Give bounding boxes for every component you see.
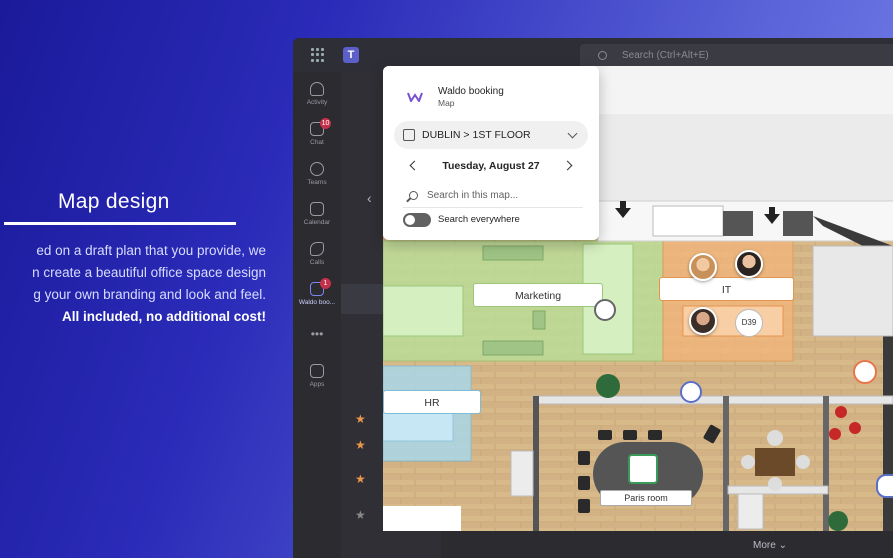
bell-icon bbox=[310, 82, 324, 96]
room-label-paris[interactable]: Paris room bbox=[600, 490, 692, 506]
chat-row[interactable]: ★ bbox=[355, 412, 366, 426]
location-select[interactable]: DUBLIN > 1ST FLOOR bbox=[394, 121, 588, 149]
promo-description: ed on a draft plan that you provide, we … bbox=[0, 240, 266, 328]
app-launcher-icon[interactable] bbox=[311, 48, 325, 62]
rail-item-apps[interactable]: Apps bbox=[293, 364, 341, 388]
search-icon bbox=[598, 51, 607, 60]
promo-line-bold: All included, no additional cost! bbox=[61, 309, 266, 324]
building-icon bbox=[403, 129, 415, 141]
map-search-card: Waldo booking Map DUBLIN > 1ST FLOOR Tue… bbox=[383, 66, 599, 240]
avatar[interactable] bbox=[689, 253, 717, 281]
star-icon: ★ bbox=[355, 412, 366, 426]
rail-label: Activity bbox=[306, 99, 328, 106]
rail-label: Chat bbox=[310, 139, 324, 146]
app-name: Waldo booking bbox=[438, 86, 504, 97]
zone-label-it[interactable]: IT bbox=[659, 277, 794, 301]
app-subtitle: Map bbox=[438, 98, 455, 108]
promo-title: Map design bbox=[58, 190, 170, 213]
rail-item-teams[interactable]: Teams bbox=[293, 162, 341, 186]
rail-item-activity[interactable]: Activity bbox=[293, 82, 341, 106]
promo-line: ed on a draft plan that you provide, we bbox=[36, 243, 266, 258]
map-search-input[interactable]: Search in this map... bbox=[403, 184, 583, 208]
rail-label: Teams bbox=[307, 179, 327, 186]
star-icon: ★ bbox=[355, 472, 366, 486]
zone-label-hr[interactable]: HR bbox=[383, 390, 481, 414]
map-search-placeholder: Search in this map... bbox=[427, 190, 519, 201]
chevron-left-icon[interactable]: ‹ bbox=[367, 190, 372, 206]
zone-label-marketing[interactable]: Marketing bbox=[473, 283, 603, 307]
phone-icon bbox=[310, 242, 324, 256]
rail-more-icon[interactable]: ••• bbox=[293, 327, 341, 341]
rail-item-waldo[interactable]: 1 Waldo boo... bbox=[293, 278, 341, 306]
avatar[interactable] bbox=[689, 307, 717, 335]
waldo-badge: 1 bbox=[320, 278, 331, 289]
search-placeholder: Search (Ctrl+Alt+E) bbox=[622, 50, 709, 61]
apps-icon bbox=[310, 364, 324, 378]
rail-label: Apps bbox=[309, 381, 325, 388]
teams-logo-icon: T bbox=[343, 47, 359, 63]
chat-row[interactable]: ★ bbox=[355, 508, 366, 522]
rail-label: Calendar bbox=[303, 219, 331, 226]
calendar-icon bbox=[310, 202, 324, 216]
more-button[interactable]: More ⌄ bbox=[753, 540, 787, 551]
printer-icon[interactable] bbox=[680, 381, 702, 403]
app-rail: Activity 10 Chat Teams Calendar Calls 1 … bbox=[293, 72, 341, 558]
date-picker: Tuesday, August 27 bbox=[383, 156, 599, 176]
desk-badge[interactable]: D39 bbox=[735, 309, 763, 337]
chat-badge: 10 bbox=[320, 118, 331, 129]
rail-label: Calls bbox=[309, 259, 325, 266]
rail-item-calls[interactable]: Calls bbox=[293, 242, 341, 266]
search-icon bbox=[409, 191, 418, 200]
chevron-right-icon[interactable] bbox=[562, 160, 573, 171]
promo-line: g your own branding and look and feel. bbox=[33, 287, 266, 302]
chat-row[interactable]: ★ bbox=[355, 438, 366, 452]
location-value: DUBLIN > 1ST FLOOR bbox=[422, 129, 531, 141]
no-entry-icon[interactable] bbox=[853, 360, 877, 384]
chevron-down-icon bbox=[567, 128, 578, 139]
promo-line: n create a beautiful office space design bbox=[32, 265, 266, 280]
more-label: More bbox=[753, 540, 776, 551]
date-value[interactable]: Tuesday, August 27 bbox=[442, 160, 539, 172]
search-everywhere-label: Search everywhere bbox=[438, 214, 520, 225]
chevron-left-icon[interactable] bbox=[409, 160, 420, 171]
star-icon: ★ bbox=[355, 508, 366, 522]
scroll-arrows-icon[interactable] bbox=[876, 474, 893, 498]
teams-search-input[interactable]: Search (Ctrl+Alt+E) bbox=[580, 44, 893, 68]
search-everywhere-toggle[interactable] bbox=[403, 213, 431, 227]
location-pin-icon[interactable] bbox=[594, 299, 616, 321]
promo-divider bbox=[4, 222, 236, 225]
star-icon: ★ bbox=[355, 438, 366, 452]
avatar[interactable] bbox=[735, 250, 763, 278]
rail-item-calendar[interactable]: Calendar bbox=[293, 202, 341, 226]
meeting-room-icon[interactable] bbox=[628, 454, 658, 484]
rail-item-chat[interactable]: 10 Chat bbox=[293, 118, 341, 146]
waldo-logo-icon bbox=[407, 92, 423, 102]
rail-label: Waldo boo... bbox=[298, 299, 336, 306]
teams-icon bbox=[310, 162, 324, 176]
chat-row[interactable]: ★ bbox=[355, 472, 366, 486]
